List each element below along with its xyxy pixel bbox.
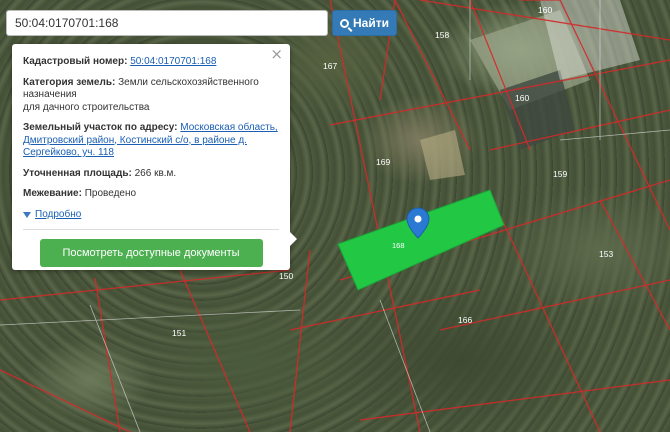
survey-value: Проведено — [84, 188, 137, 199]
land-use-value: для дачного строительства — [23, 101, 150, 113]
search-button-label: Найти — [353, 16, 389, 30]
view-documents-button[interactable]: Посмотреть доступные документы — [39, 239, 263, 267]
parcel-label: 153 — [599, 249, 613, 259]
highlighted-parcel[interactable] — [337, 189, 505, 291]
parcel-label: 168 — [392, 241, 405, 250]
cadastral-number-label: Кадастровый номер: — [23, 56, 128, 67]
divider — [23, 229, 279, 230]
address-label: Земельный участок по адресу: — [23, 122, 178, 133]
parcel-label: 160 — [515, 93, 529, 103]
parcel-label: 169 — [376, 157, 390, 167]
parcel-label: 151 — [172, 328, 186, 338]
address-row: Земельный участок по адресу: Московская … — [23, 122, 279, 160]
address-link[interactable]: Сергейково, уч. 118 — [23, 147, 114, 158]
parcel-label: 167 — [323, 61, 337, 71]
parcel-info-popup: × Кадастровый номер: 50:04:0170701:168 К… — [12, 44, 297, 270]
details-toggle[interactable]: Подробно — [23, 209, 279, 222]
land-category-value: назначения — [23, 89, 77, 100]
cadastral-search-input[interactable] — [6, 10, 328, 36]
parcel-label: 150 — [279, 271, 293, 281]
cadastral-number-row: Кадастровый номер: 50:04:0170701:168 — [23, 56, 279, 69]
search-button[interactable]: Найти — [332, 10, 397, 36]
parcel-label: 160 — [538, 5, 552, 15]
survey-row: Межевание: Проведено — [23, 188, 279, 201]
parcel-label: 158 — [435, 30, 449, 40]
parcel-label: 159 — [553, 169, 567, 179]
address-link[interactable]: Дмитровский район, Костинский с/о, в рай… — [23, 135, 247, 146]
details-link[interactable]: Подробно — [35, 209, 81, 222]
land-category-label: Категория земель: — [23, 76, 116, 88]
survey-label: Межевание: — [23, 188, 82, 199]
close-icon[interactable]: × — [270, 47, 283, 61]
land-category-row: Категория земель: Земли сельскохозяйстве… — [23, 77, 279, 115]
land-category-value: Земли сельскохозяйственного — [118, 76, 259, 88]
parcel-label: 166 — [458, 315, 472, 325]
cadastral-number-link[interactable]: 50:04:0170701:168 — [130, 56, 216, 67]
area-label: Уточненная площадь: — [23, 167, 132, 179]
address-link[interactable]: Московская область, — [180, 122, 277, 133]
area-row: Уточненная площадь: 266 кв.м. — [23, 168, 279, 181]
triangle-down-icon — [23, 211, 31, 218]
search-icon — [340, 19, 349, 28]
popup-pointer — [290, 232, 297, 246]
area-value: 266 кв.м. — [134, 167, 177, 179]
